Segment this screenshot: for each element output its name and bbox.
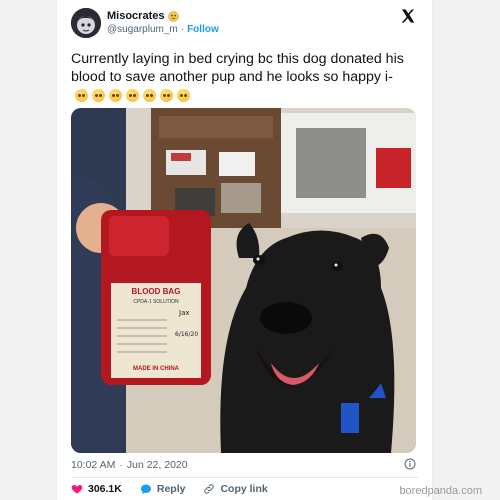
- username-handle[interactable]: @sugarplum_m: [107, 24, 178, 35]
- pleading-face-emoji: [126, 88, 139, 102]
- dog-blood-bag-photo: BLOOD BAG CPDA-1 SOLUTION Jax 6/16/20 MA…: [71, 108, 416, 453]
- tweet-body: Currently laying in bed crying bc this d…: [71, 50, 416, 104]
- timestamp[interactable]: 10:02 AM · Jun 22, 2020: [71, 459, 188, 471]
- separator-dot: ·: [180, 24, 185, 35]
- info-icon[interactable]: [404, 458, 416, 470]
- tweet-photo[interactable]: BLOOD BAG CPDA-1 SOLUTION Jax 6/16/20 MA…: [71, 108, 416, 453]
- display-name[interactable]: Misocrates: [107, 10, 164, 22]
- reply-button[interactable]: Reply: [140, 483, 186, 495]
- handle-row: @sugarplum_m · Follow: [107, 24, 219, 35]
- pleading-face-emoji: [92, 88, 105, 102]
- boredpanda-watermark: boredpanda.com: [399, 485, 482, 497]
- divider: [71, 477, 418, 478]
- tweet-card: Misocrates @sugarplum_m · Follow Current…: [57, 0, 432, 500]
- pleading-face-emoji: [75, 88, 88, 102]
- heart-icon: [71, 485, 83, 494]
- copy-link-button[interactable]: Copy link: [203, 483, 268, 495]
- name-row: Misocrates: [107, 10, 180, 22]
- bag-name-label: Jax: [178, 309, 190, 317]
- x-logo-icon[interactable]: [400, 8, 416, 24]
- reply-bubble-icon: [140, 484, 151, 494]
- bag-subtitle: CPDA-1 SOLUTION: [133, 299, 179, 305]
- pleading-face-emoji: [109, 88, 122, 102]
- tweet-time: 10:02 AM: [71, 459, 116, 471]
- emoji-row: [75, 88, 190, 102]
- avatar-image: [71, 8, 101, 38]
- action-bar: 306.1K Reply Copy link: [71, 483, 286, 495]
- tweet-text: Currently laying in bed crying bc this d…: [71, 51, 404, 85]
- bag-date-label: 6/16/20: [175, 331, 198, 338]
- reply-label: Reply: [156, 483, 186, 495]
- likes-count: 306.1K: [88, 483, 122, 495]
- pleading-face-emoji: [177, 88, 190, 102]
- follow-button[interactable]: Follow: [187, 24, 219, 35]
- tweet-date: Jun 22, 2020: [126, 459, 188, 471]
- copy-link-label: Copy link: [220, 483, 268, 495]
- crying-face-icon: [168, 10, 180, 22]
- pleading-face-emoji: [143, 88, 156, 102]
- bag-title: BLOOD BAG: [132, 287, 181, 296]
- pleading-face-emoji: [160, 88, 173, 102]
- like-button[interactable]: 306.1K: [71, 483, 122, 495]
- timestamp-separator: ·: [119, 459, 123, 471]
- link-icon: [204, 484, 215, 494]
- avatar[interactable]: [71, 8, 101, 38]
- bag-origin: MADE IN CHINA: [133, 366, 180, 372]
